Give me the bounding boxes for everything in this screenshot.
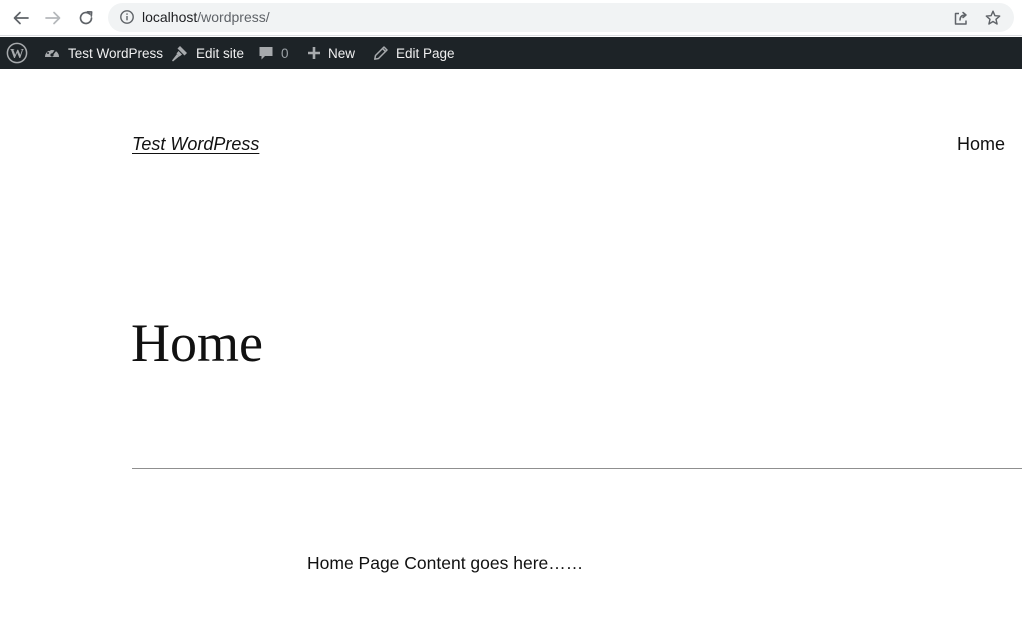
forward-button[interactable] bbox=[41, 6, 65, 30]
comments-count: 0 bbox=[281, 45, 289, 61]
back-button[interactable] bbox=[9, 6, 33, 30]
share-icon[interactable] bbox=[952, 9, 970, 27]
new-label: New bbox=[328, 45, 356, 61]
dashboard-gauge-icon bbox=[45, 47, 59, 57]
url-path: /wordpress/ bbox=[197, 9, 270, 25]
arrow-right-icon bbox=[45, 11, 61, 25]
comments-menu[interactable]: 0 bbox=[258, 37, 289, 69]
edit-page-label: Edit Page bbox=[396, 45, 455, 61]
address-bar[interactable]: localhost/wordpress/ bbox=[108, 3, 1014, 32]
nav-item-home[interactable]: Home bbox=[957, 134, 1005, 155]
reload-button[interactable] bbox=[74, 6, 98, 30]
arrow-left-icon bbox=[13, 11, 29, 25]
url-host: localhost bbox=[142, 9, 198, 25]
star-icon[interactable] bbox=[984, 9, 1002, 27]
site-name-label: Test WordPress bbox=[68, 45, 164, 61]
new-content-menu[interactable]: New bbox=[307, 37, 355, 69]
site-title-link[interactable]: Test WordPress bbox=[132, 134, 259, 155]
url-text[interactable]: localhost/wordpress/ bbox=[142, 3, 270, 32]
pencil-icon bbox=[374, 46, 388, 60]
separator bbox=[132, 468, 1022, 469]
comment-bubble-icon bbox=[259, 47, 273, 60]
edit-page-menu[interactable]: Edit Page bbox=[373, 37, 455, 69]
brush-icon bbox=[172, 45, 187, 61]
reload-icon bbox=[79, 10, 93, 25]
page-body-text: Home Page Content goes here…… bbox=[307, 553, 584, 573]
browser-toolbar: localhost/wordpress/ bbox=[0, 0, 1022, 36]
plus-icon bbox=[308, 47, 320, 59]
edit-site-label: Edit site bbox=[196, 45, 245, 61]
svg-text:W: W bbox=[10, 47, 24, 62]
info-icon[interactable] bbox=[119, 9, 135, 25]
page-title: Home bbox=[131, 313, 263, 373]
wp-logo-menu[interactable]: W bbox=[6, 37, 28, 69]
edit-site-menu[interactable]: Edit site bbox=[170, 37, 244, 69]
wordpress-logo-icon: W bbox=[6, 42, 28, 64]
site-name-menu[interactable]: Test WordPress bbox=[43, 37, 163, 69]
wp-admin-bar: W Test WordPress Edit site 0 New Edit Pa… bbox=[0, 37, 1022, 69]
